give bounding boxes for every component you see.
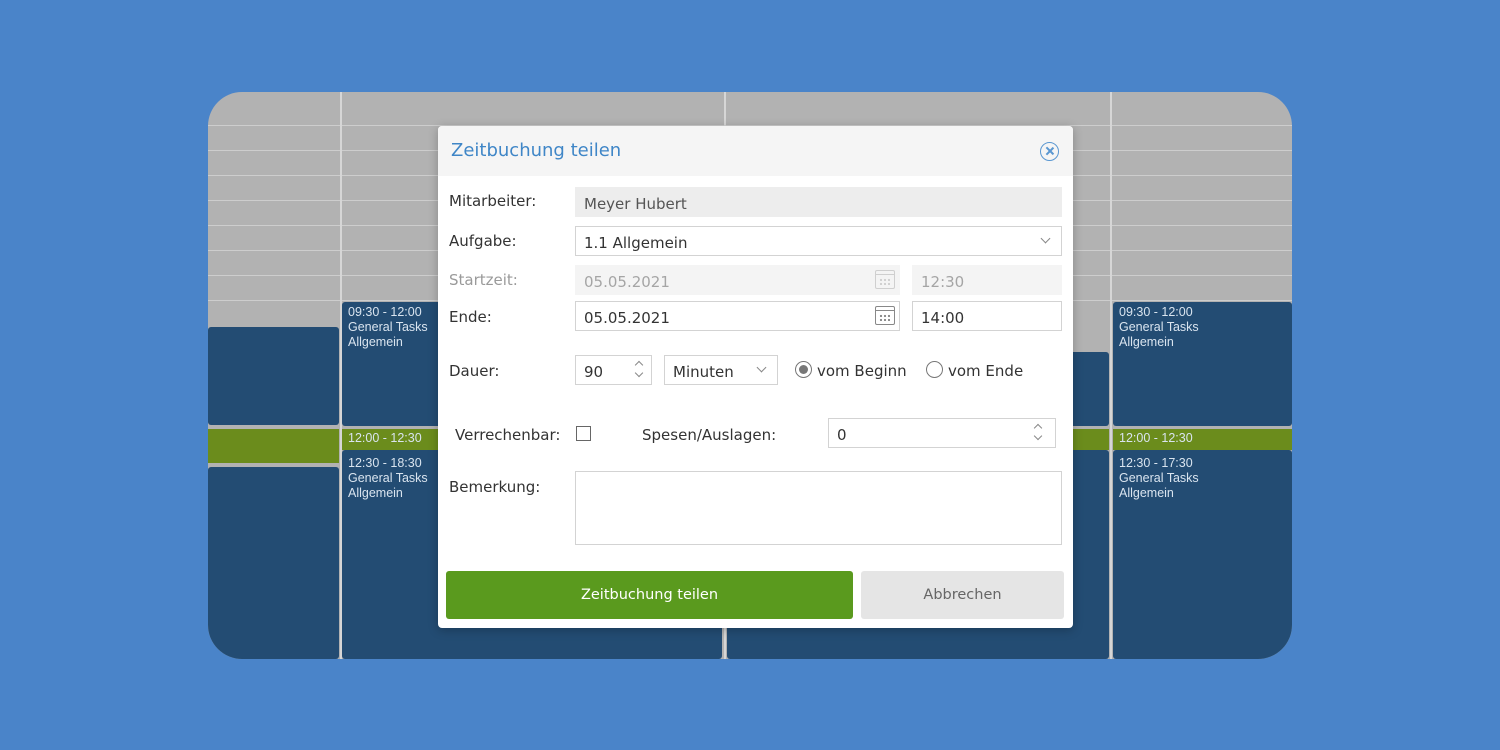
remark-textarea[interactable] — [575, 471, 1062, 545]
chevron-down-icon — [756, 362, 767, 373]
dialog-header: Zeitbuchung teilen — [438, 126, 1073, 176]
duration-stepper[interactable]: 90 — [575, 355, 652, 385]
start-date-value: 05.05.2021 — [584, 273, 670, 291]
duration-unit-value: Minuten — [673, 363, 734, 381]
close-icon[interactable] — [1040, 142, 1059, 161]
task-select[interactable]: 1.1 Allgemein — [575, 226, 1062, 256]
radio-from-end[interactable] — [926, 361, 943, 378]
end-date-field[interactable]: 05.05.2021 — [575, 301, 900, 331]
task-select-value: 1.1 Allgemein — [584, 234, 688, 252]
event-text: 09:30 - 12:00 General Tasks Allgemein — [1119, 305, 1199, 349]
calendar-icon[interactable] — [875, 306, 895, 325]
share-booking-dialog: Zeitbuchung teilen Mitarbeiter: Meyer Hu… — [438, 126, 1073, 628]
billable-checkbox[interactable] — [576, 426, 591, 441]
duration-label: Dauer: — [449, 362, 500, 380]
end-date-value: 05.05.2021 — [584, 309, 670, 327]
chevron-down-icon — [1040, 233, 1051, 244]
calendar-event-break[interactable] — [208, 429, 339, 463]
stepper-down-icon[interactable] — [1033, 431, 1043, 441]
end-label: Ende: — [449, 308, 492, 326]
billable-label: Verrechenbar: — [455, 426, 561, 444]
expenses-value: 0 — [837, 426, 847, 444]
share-booking-button[interactable]: Zeitbuchung teilen — [446, 571, 853, 619]
employee-label: Mitarbeiter: — [449, 192, 537, 210]
event-text: 12:00 - 12:30 — [348, 431, 422, 445]
expenses-label: Spesen/Auslagen: — [642, 426, 777, 444]
calendar-icon — [875, 270, 895, 289]
start-label: Startzeit: — [449, 271, 518, 289]
calendar-event[interactable] — [208, 327, 339, 425]
calendar-event[interactable] — [208, 467, 339, 659]
duration-unit-select[interactable]: Minuten — [664, 355, 778, 385]
task-label: Aufgabe: — [449, 232, 517, 250]
event-text: 12:00 - 12:30 — [1119, 431, 1193, 445]
cancel-button[interactable]: Abbrechen — [861, 571, 1064, 619]
event-text: 12:30 - 17:30 General Tasks Allgemein — [1119, 456, 1199, 500]
end-time-field[interactable]: 14:00 — [912, 301, 1062, 331]
expenses-stepper[interactable]: 0 — [828, 418, 1056, 448]
radio-from-start[interactable] — [795, 361, 812, 378]
column-divider — [1110, 92, 1112, 659]
remark-label: Bemerkung: — [449, 478, 541, 496]
event-text: 09:30 - 12:00 General Tasks Allgemein — [348, 305, 428, 349]
duration-value: 90 — [584, 363, 604, 381]
event-text: 12:30 - 18:30 General Tasks Allgemein — [348, 456, 428, 500]
employee-field: Meyer Hubert — [575, 187, 1062, 217]
radio-from-end-label: vom Ende — [948, 362, 1024, 380]
stepper-down-icon[interactable] — [634, 368, 644, 378]
dialog-title: Zeitbuchung teilen — [451, 140, 622, 161]
start-time-field: 12:30 — [912, 265, 1062, 295]
radio-from-start-label: vom Beginn — [817, 362, 907, 380]
start-date-field: 05.05.2021 — [575, 265, 900, 295]
